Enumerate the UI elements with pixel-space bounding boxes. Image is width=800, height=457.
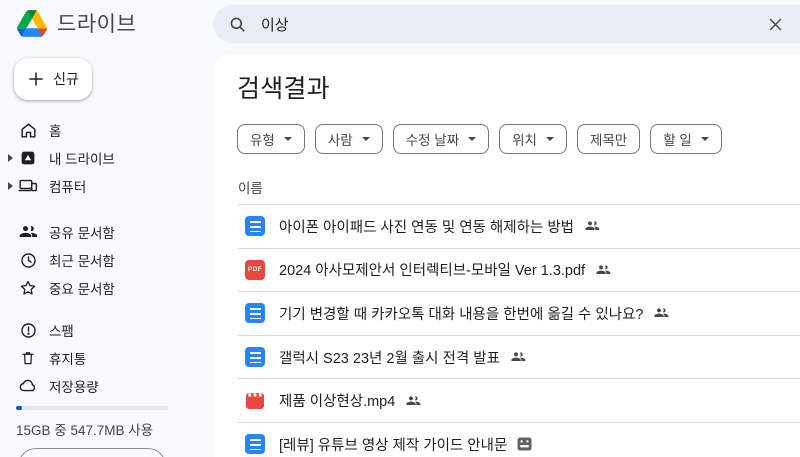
page-title: 검색결과 [237,75,330,103]
pdf-icon: PDF [245,259,265,280]
search-input[interactable] [261,15,767,33]
chip-label: 할 일 [663,133,692,148]
file-row[interactable]: [레뷰] 유튜브 영상 제작 가이드 안내문 [237,423,800,457]
shared-users-icon [405,393,421,409]
file-name: 아이폰 아이패드 사진 연동 및 연동 해제하는 방법 [279,219,574,236]
sidebar-item-shared[interactable]: 공유 문서함 [0,218,213,246]
google-docs-icon [245,303,265,324]
sidebar-item-label: 중요 문서함 [49,282,115,297]
chip-label: 유형 [250,133,275,148]
search-results-list: 이름 아이폰 아이패드 사진 연동 및 연동 해제하는 방법 PDF 2024 … [237,177,800,457]
expand-arrow-icon[interactable] [8,154,18,162]
filter-chip-title-only[interactable]: 제목만 [576,124,641,154]
sidebar-item-label: 스팸 [49,324,74,339]
filter-chip-location[interactable]: 위치 [499,124,567,154]
chevron-down-icon [545,137,554,141]
shared-users-icon [584,218,600,234]
google-docs-icon [245,347,265,368]
chevron-down-icon [361,137,370,141]
sidebar-item-trash[interactable]: 휴지통 [0,344,213,372]
video-icon [245,391,265,411]
trash-icon [18,348,38,368]
name-column-header[interactable]: 이름 [237,177,263,197]
sidebar-item-recent[interactable]: 최근 문서함 [0,246,213,274]
cloud-icon [18,376,38,396]
new-button-label: 신규 [53,71,79,87]
sidebar-item-label: 휴지통 [49,352,87,367]
app-title: 드라이브 [57,13,137,36]
file-name: 갤럭시 S23 23년 2월 출시 전격 발표 [279,350,500,367]
shared-users-icon [510,349,526,365]
expand-arrow-icon[interactable] [8,182,18,190]
sidebar-item-label: 홈 [49,124,62,139]
sidebar-item-label: 내 드라이브 [49,152,115,167]
nav-group-secondary: 공유 문서함 최근 문서함 중요 문서함 [0,218,213,302]
sidebar-item-label: 공유 문서함 [49,226,115,241]
chip-label: 사람 [327,133,353,148]
nav-group-tertiary: 스팸 휴지통 저장용량 [0,316,213,400]
file-name: 제품 이상현상.mp4 [279,394,396,411]
sidebar-item-spam[interactable]: 스팸 [0,316,213,344]
spam-icon [18,320,38,340]
filter-chip-todo[interactable]: 할 일 [650,124,722,154]
file-name: 2024 아사모제안서 인터렉티브-모바일 Ver 1.3.pdf [279,263,586,280]
nav-group-primary: 홈 내 드라이브 컴퓨터 [0,116,213,200]
clock-icon [18,250,38,270]
sidebar: 신규 홈 내 드라이브 컴퓨터 공유 문서함 최근 문서함 중요 문서함 스팸 … [0,46,213,457]
google-docs-icon [245,216,265,237]
chevron-down-icon [700,137,709,141]
chip-label: 위치 [512,133,537,148]
file-name: [레뷰] 유튜브 영상 제작 가이드 안내문 [279,437,508,454]
home-icon [18,120,38,140]
sidebar-item-label: 컴퓨터 [49,180,87,195]
shared-users-icon [595,262,611,278]
google-drive-app: 드라이브 신규 [0,0,800,457]
file-row[interactable]: 기기 변경할 때 카카오톡 대화 내용을 한번에 옮길 수 있나요? [237,292,800,336]
filter-chip-people[interactable]: 사람 [314,124,383,154]
star-icon [18,278,38,298]
close-icon[interactable] [767,16,784,33]
plus-icon [29,72,43,86]
sidebar-item-my-drive[interactable]: 내 드라이브 [0,144,213,172]
file-row[interactable]: 갤럭시 S23 23년 2월 출시 전격 발표 [237,336,800,380]
sidebar-item-label: 저장용량 [49,380,99,395]
file-row[interactable]: PDF 2024 아사모제안서 인터렉티브-모바일 Ver 1.3.pdf [237,249,800,293]
top-bar: 드라이브 [0,0,800,46]
shared-users-icon [18,222,38,242]
search-bar [213,5,800,43]
google-drive-logo-icon [17,9,47,37]
drive-home-link[interactable]: 드라이브 [0,8,213,38]
new-button[interactable]: 신규 [14,58,92,100]
chevron-down-icon [468,137,477,141]
sidebar-item-computers[interactable]: 컴퓨터 [0,172,213,200]
chip-label: 제목만 [589,133,628,148]
filter-chip-modified[interactable]: 수정 날짜 [392,124,490,154]
shared-users-icon [653,305,669,321]
file-rows: 아이폰 아이패드 사진 연동 및 연동 해제하는 방법 PDF 2024 아사모… [237,204,800,457]
file-row[interactable]: 제품 이상현상.mp4 [237,379,800,423]
google-docs-icon [245,434,265,455]
sidebar-item-storage[interactable]: 저장용량 [0,372,213,400]
chip-label: 수정 날짜 [405,133,460,148]
storage-usage-text: 15GB 중 547.7MB 사용 [16,423,154,438]
sidebar-item-label: 최근 문서함 [49,254,115,269]
sidebar-item-starred[interactable]: 중요 문서함 [0,274,213,302]
storage-section: 15GB 중 547.7MB 사용 [16,406,168,439]
search-icon[interactable] [228,15,247,34]
device-badge-icon [517,437,532,451]
file-row[interactable]: 아이폰 아이패드 사진 연동 및 연동 해제하는 방법 [237,205,800,249]
main-panel: 검색결과 유형 사람 수정 날짜 위치 제목만 할 일 이름 아이폰 아이패드 … [213,55,800,457]
sidebar-item-home[interactable]: 홈 [0,116,213,144]
my-drive-icon [18,148,38,168]
filter-chip-type[interactable]: 유형 [237,124,305,154]
computers-icon [18,176,38,196]
filter-chips: 유형 사람 수정 날짜 위치 제목만 할 일 [237,124,800,154]
chevron-down-icon [283,137,292,141]
storage-progress-bar [16,406,168,410]
buy-storage-button[interactable] [18,448,166,457]
storage-progress-fill [16,406,23,410]
file-name: 기기 변경할 때 카카오톡 대화 내용을 한번에 옮길 수 있나요? [279,306,644,323]
